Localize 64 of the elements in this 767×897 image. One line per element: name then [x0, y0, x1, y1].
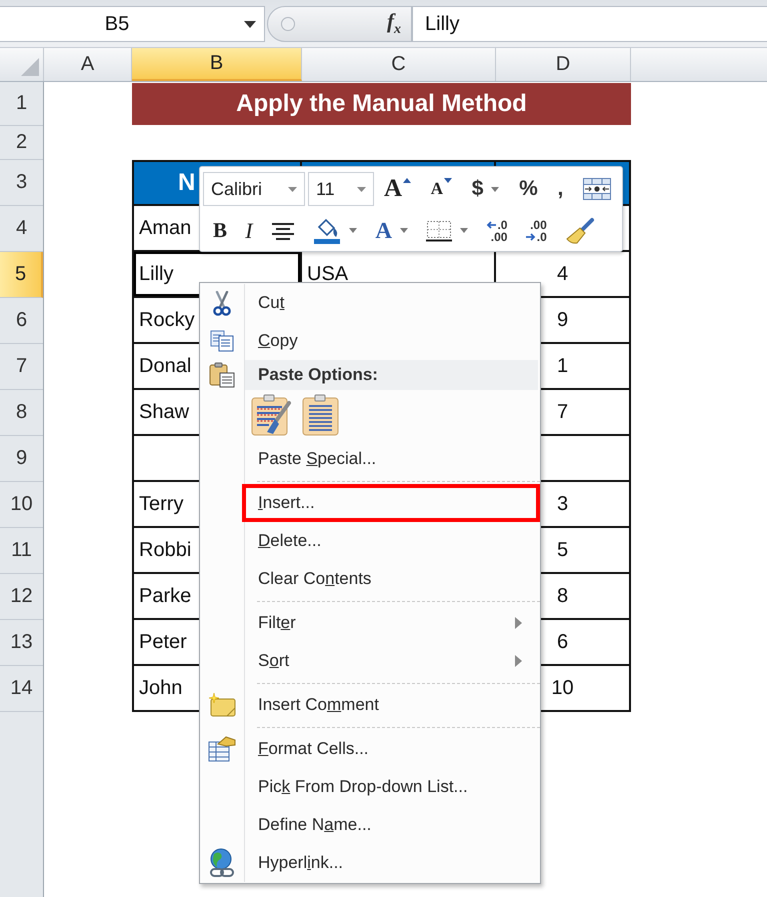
- caret-down-icon: [444, 178, 452, 183]
- caret-icon: [288, 186, 297, 192]
- globe-link-icon: [208, 848, 236, 878]
- copy-icon: [210, 330, 234, 352]
- shrink-font-button[interactable]: A: [428, 174, 454, 204]
- row-header[interactable]: 2: [0, 126, 43, 160]
- table-icon: [208, 736, 236, 762]
- decrease-decimal-button[interactable]: .00 .0: [524, 216, 549, 246]
- note-icon: [208, 693, 236, 717]
- row-header[interactable]: 3: [0, 160, 43, 206]
- column-header[interactable]: D: [496, 48, 631, 81]
- italic-button[interactable]: I: [243, 216, 255, 246]
- increase-decimal-button[interactable]: .0 .00: [484, 216, 510, 246]
- clipboard-page-icon: [209, 362, 235, 388]
- column-header[interactable]: C: [302, 48, 496, 81]
- caret-right-icon: [515, 655, 522, 667]
- align-center-icon: [270, 222, 295, 240]
- borders-icon: [426, 220, 452, 242]
- formula-field[interactable]: Lilly: [412, 6, 767, 42]
- arrow-left-icon: [486, 220, 496, 228]
- title-banner: Apply the Manual Method: [132, 83, 631, 125]
- menu-item[interactable]: Hyperlink...: [245, 844, 540, 882]
- paintbrush-icon: [565, 216, 595, 244]
- font-color-button[interactable]: A: [373, 216, 410, 246]
- row-header[interactable]: 11: [0, 528, 43, 574]
- paste-option-button[interactable]: [251, 394, 291, 436]
- menu-item[interactable]: Paste Special...: [245, 440, 540, 478]
- row-header[interactable]: 5: [0, 252, 43, 298]
- row-header[interactable]: 1: [0, 82, 43, 126]
- number-format-button[interactable]: ,: [555, 174, 566, 204]
- row-header[interactable]: 6: [0, 298, 43, 344]
- grow-font-button[interactable]: A: [382, 174, 414, 204]
- caret-right-icon: [515, 617, 522, 629]
- column-header[interactable]: B: [132, 48, 302, 81]
- menu-item[interactable]: Insert...: [242, 484, 540, 522]
- row-header[interactable]: 8: [0, 390, 43, 436]
- row-header[interactable]: 13: [0, 620, 43, 666]
- caret-icon: [357, 186, 366, 192]
- clipboard-brush-icon: [251, 394, 291, 436]
- arrow-right-icon: [526, 232, 536, 240]
- insert-function-button[interactable]: f$_{x}$: [383, 9, 405, 39]
- row-header[interactable]: 14: [0, 666, 43, 712]
- caret-up-icon: [403, 178, 412, 183]
- menu-item[interactable]: Format Cells...: [245, 730, 540, 768]
- row-header[interactable]: 10: [0, 482, 43, 528]
- bold-button[interactable]: B: [211, 216, 230, 246]
- menu-heading: Paste Options:: [245, 360, 538, 390]
- menu-item[interactable]: Pick From Drop-down List...: [245, 768, 540, 806]
- grip-icon[interactable]: [280, 16, 296, 32]
- paint-bucket-icon: [313, 218, 342, 244]
- triangle-icon: [21, 58, 39, 76]
- menu-item[interactable]: Filter: [245, 604, 540, 642]
- row-header[interactable]: 12: [0, 574, 43, 620]
- font-name-field[interactable]: Calibri: [203, 172, 305, 206]
- row-header[interactable]: 7: [0, 344, 43, 390]
- number-format-button[interactable]: $: [470, 174, 502, 204]
- caret-icon: [244, 20, 256, 28]
- menu-item[interactable]: Define Name...: [245, 806, 540, 844]
- font-size-field[interactable]: 11: [308, 172, 374, 206]
- row-header[interactable]: 9: [0, 436, 43, 482]
- name-box[interactable]: B5: [0, 6, 265, 42]
- number-format-button[interactable]: %: [517, 174, 540, 204]
- merge-cells-icon: [583, 178, 611, 200]
- scissors-icon: [213, 290, 231, 316]
